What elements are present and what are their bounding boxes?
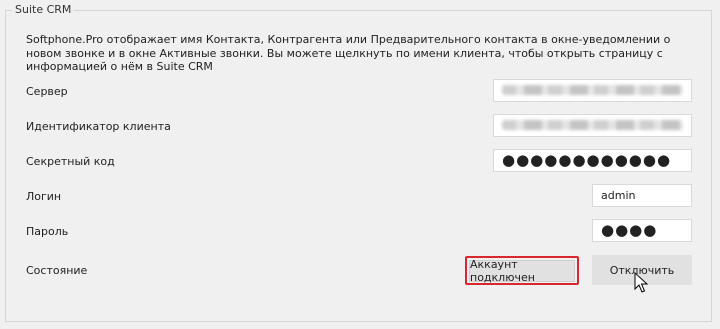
password-field[interactable]: ●●●● <box>592 219 692 242</box>
server-field[interactable] <box>493 79 692 102</box>
login-label: Логин <box>26 190 62 203</box>
account-connected-button[interactable]: Аккаунт подключен <box>469 258 575 284</box>
integration-description: Softphone.Pro отображает имя Контакта, К… <box>26 33 671 73</box>
status-highlight-frame: Аккаунт подключен <box>465 256 579 285</box>
redacted-value <box>502 85 683 95</box>
secret-label: Секретный код <box>26 155 115 168</box>
client-id-field[interactable] <box>493 114 692 137</box>
password-label: Пароль <box>26 225 69 238</box>
mouse-cursor-icon <box>634 272 648 293</box>
login-field[interactable]: admin <box>592 184 692 207</box>
status-label: Состояние <box>26 264 88 277</box>
server-label: Сервер <box>26 85 68 98</box>
secret-field[interactable]: ●●●●●●●●●●●● <box>493 149 692 172</box>
redacted-value <box>502 120 683 130</box>
groupbox-title: Suite CRM <box>12 3 75 16</box>
client-id-label: Идентификатор клиента <box>26 120 171 133</box>
